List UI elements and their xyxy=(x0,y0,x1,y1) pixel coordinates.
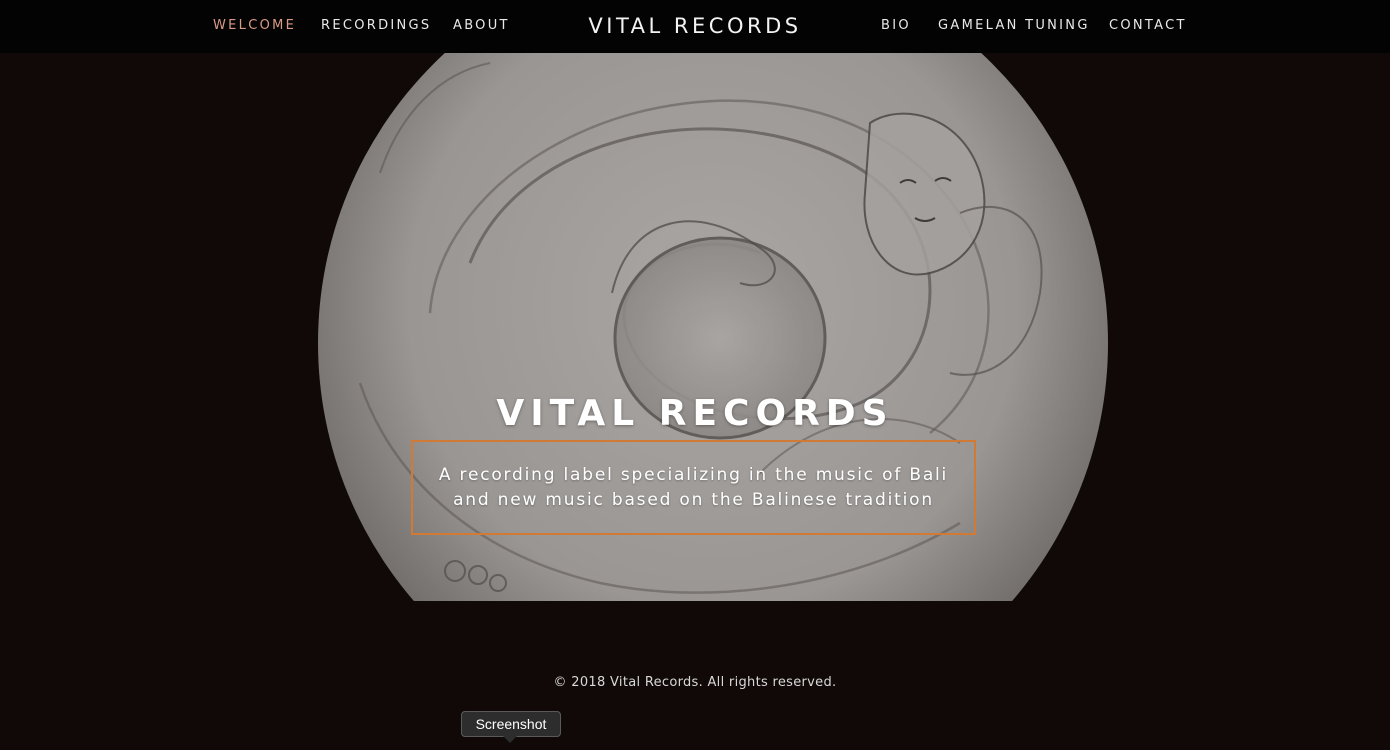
hero-tagline-box: A recording label specializing in the mu… xyxy=(411,440,976,535)
nav-welcome-link[interactable]: WELCOME xyxy=(213,0,296,53)
screenshot-tooltip: Screenshot xyxy=(461,711,561,737)
tooltip-arrow-icon xyxy=(503,736,517,743)
nav-about-link[interactable]: ABOUT xyxy=(453,0,510,53)
hero-section: VITAL RECORDS A recording label speciali… xyxy=(0,53,1390,601)
nav-recordings-link[interactable]: RECORDINGS xyxy=(321,0,431,53)
nav-gamelan-tuning-link[interactable]: GAMELAN TUNING xyxy=(938,0,1090,53)
brand-logo-text[interactable]: VITAL RECORDS xyxy=(588,14,801,38)
copyright-text: © 2018 Vital Records. All rights reserve… xyxy=(553,675,837,690)
hero-tagline-line-2: and new music based on the Balinese trad… xyxy=(453,489,934,510)
top-navbar: WELCOME RECORDINGS ABOUT VITAL RECORDS B… xyxy=(0,0,1390,53)
hero-tagline-line-1: A recording label specializing in the mu… xyxy=(438,464,949,485)
nav-bio-link[interactable]: BIO xyxy=(881,0,911,53)
hero-title: VITAL RECORDS xyxy=(496,393,894,434)
nav-contact-link[interactable]: CONTACT xyxy=(1109,0,1187,53)
